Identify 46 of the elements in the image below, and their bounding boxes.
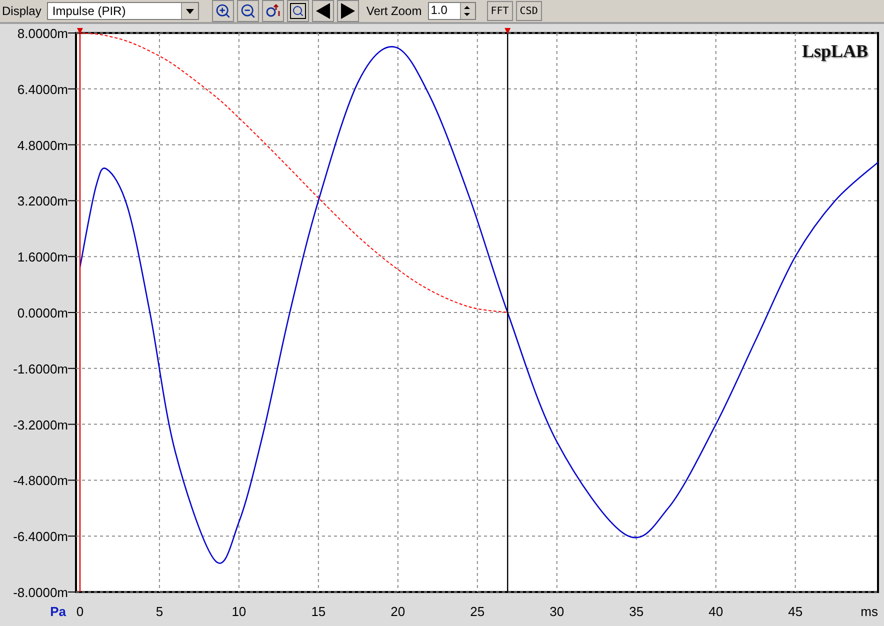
x-axis-label: 0: [76, 604, 84, 619]
spinner-icon[interactable]: [460, 3, 475, 19]
x-axis-label: 10: [232, 604, 246, 619]
cursor-line[interactable]: [76, 28, 83, 592]
y-axis-label: 6.4000m: [17, 82, 68, 97]
display-select[interactable]: Impulse (PIR): [47, 2, 200, 20]
x-axis-label: 15: [311, 604, 326, 619]
next-button[interactable]: [337, 0, 360, 22]
zoom-box-icon: [290, 3, 306, 19]
y-axis-label: -8.0000m: [13, 585, 68, 600]
x-axis-label: 5: [156, 604, 164, 619]
caret-icon: [186, 8, 194, 14]
cursor-line[interactable]: [504, 28, 511, 592]
x-unit-label: ms: [860, 604, 878, 619]
x-axis-label: 25: [470, 604, 485, 619]
y-axis-label: -1.6000m: [13, 361, 68, 376]
left-triangle-icon: [316, 3, 330, 19]
y-axis-label: -6.4000m: [13, 529, 68, 544]
display-label: Display: [2, 4, 42, 18]
toolbar-button[interactable]: CSD: [516, 1, 542, 21]
right-triangle-icon: [341, 3, 356, 19]
toolbar-button[interactable]: FFT: [486, 1, 513, 21]
zoom-box-button[interactable]: [287, 0, 310, 22]
x-axis-label: 30: [550, 604, 564, 619]
zoom-in-button[interactable]: [212, 0, 234, 22]
y-axis-label: 4.8000m: [17, 138, 68, 153]
y-axis-label: 1.6000m: [17, 250, 68, 265]
y-unit-label: Pa: [50, 604, 66, 619]
y-axis-label: -4.8000m: [13, 473, 68, 488]
vert-zoom-label: Vert Zoom: [366, 4, 422, 18]
vert-zoom-field[interactable]: 1.0: [428, 2, 476, 20]
x-axis-label: 20: [390, 604, 406, 619]
y-axis-label: 3.2000m: [17, 194, 68, 209]
previous-button[interactable]: [312, 0, 334, 22]
x-axis-label: 35: [629, 604, 644, 619]
x-axis-label: 40: [708, 604, 724, 619]
zoom-reset-icon: [265, 3, 282, 19]
y-axis-label: 0.0000m: [17, 306, 68, 320]
zoom-reset-button[interactable]: [262, 0, 284, 22]
y-axis-label: 8.0000m: [17, 26, 68, 41]
zoom-out-icon: [240, 3, 256, 19]
y-axis-label: -3.2000m: [13, 417, 68, 432]
zoom-out-button[interactable]: [237, 0, 260, 22]
zoom-in-icon: [215, 3, 232, 19]
x-axis-label: 45: [788, 604, 803, 619]
logo: LspLAB: [802, 41, 868, 61]
